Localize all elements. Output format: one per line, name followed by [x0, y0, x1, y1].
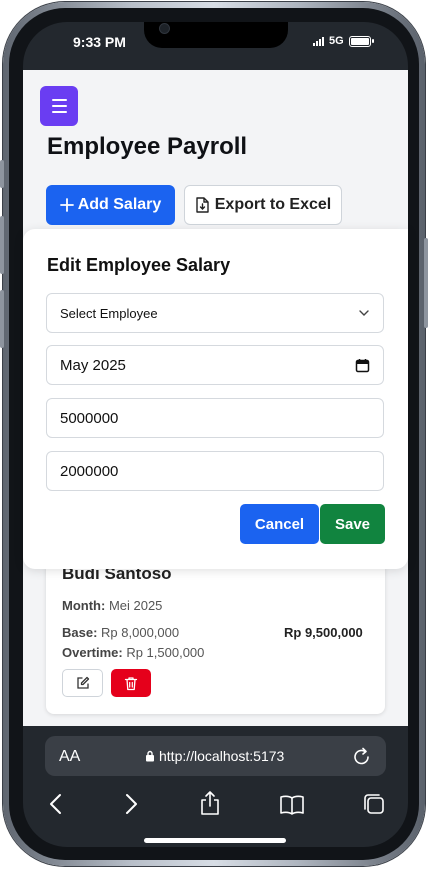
volume-up-button	[0, 216, 4, 274]
overtime-field[interactable]: 2000000	[46, 451, 384, 491]
url-display[interactable]: http://localhost:5173	[145, 748, 284, 764]
battery-icon	[349, 36, 371, 47]
reload-icon[interactable]	[352, 745, 372, 767]
network-type: 5G	[329, 35, 344, 47]
save-button[interactable]: Save	[320, 504, 385, 544]
employee-select[interactable]: Select Employee	[46, 293, 384, 333]
base-line: Base: Rp 8,000,000	[62, 625, 179, 640]
forward-icon[interactable]	[123, 792, 139, 816]
plus-icon	[59, 198, 74, 212]
camera-icon	[159, 23, 170, 34]
signal-icon	[313, 37, 324, 46]
month-field-value: May 2025	[60, 356, 126, 374]
base-label: Base:	[62, 625, 98, 640]
tabs-icon[interactable]	[362, 792, 386, 816]
power-button	[424, 238, 428, 328]
modal-title: Edit Employee Salary	[47, 255, 231, 275]
edit-button[interactable]	[62, 669, 103, 697]
menu-icon	[52, 99, 67, 101]
file-export-icon	[196, 197, 209, 213]
page-title: Employee Payroll	[47, 133, 248, 160]
overtime-value: Rp 1,500,000	[126, 645, 205, 660]
status-time: 9:33 PM	[73, 34, 126, 50]
calendar-icon[interactable]	[355, 358, 370, 373]
employee-select-value: Select Employee	[60, 305, 158, 321]
home-indicator	[144, 838, 286, 843]
action-button	[0, 160, 4, 188]
lock-icon	[146, 750, 154, 762]
add-salary-label: Add Salary	[77, 196, 162, 213]
month-field[interactable]: May 2025	[46, 345, 384, 385]
bookmarks-icon[interactable]	[279, 794, 305, 816]
base-value: Rp 8,000,000	[101, 625, 180, 640]
export-excel-button[interactable]: Export to Excel	[184, 185, 342, 225]
volume-down-button	[0, 290, 4, 348]
export-label: Export to Excel	[214, 196, 332, 213]
chevron-down-icon	[359, 310, 369, 316]
month-label: Month:	[62, 598, 106, 613]
total-salary: Rp 9,500,000	[284, 625, 363, 640]
month-line: Month: Mei 2025	[62, 598, 162, 613]
menu-button[interactable]	[40, 86, 78, 126]
share-icon[interactable]	[199, 790, 221, 816]
cancel-button[interactable]: Cancel	[240, 504, 319, 544]
url-text: http://localhost:5173	[159, 748, 285, 764]
overtime-value-input: 2000000	[60, 462, 119, 480]
edit-icon	[76, 676, 89, 689]
text-size-button[interactable]: AA	[59, 748, 80, 766]
month-value: Mei 2025	[108, 598, 163, 613]
overtime-line: Overtime: Rp 1,500,000	[62, 645, 204, 660]
base-salary-value: 5000000	[60, 409, 119, 427]
battery-tip	[372, 39, 374, 43]
back-icon[interactable]	[48, 792, 64, 816]
trash-icon	[124, 676, 138, 690]
add-salary-button[interactable]: Add Salary	[46, 185, 175, 225]
overtime-label: Overtime:	[62, 645, 123, 660]
delete-button[interactable]	[111, 669, 151, 697]
base-salary-field[interactable]: 5000000	[46, 398, 384, 438]
